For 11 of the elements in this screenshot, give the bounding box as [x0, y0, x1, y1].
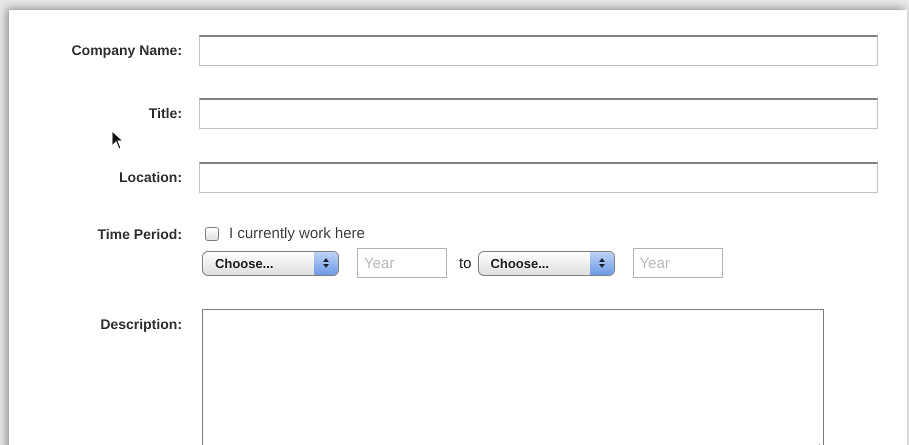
- checkbox-label: I currently work here: [229, 225, 365, 242]
- select-dropdown[interactable]: Choose...: [202, 250, 339, 276]
- field-label: Time Period:: [97, 225, 182, 242]
- range-separator: to: [459, 254, 472, 272]
- field-label: Description:: [100, 314, 182, 332]
- field-label: Title:: [148, 104, 182, 122]
- year-field[interactable]: Year: [357, 248, 447, 278]
- select-dropdown[interactable]: Choose...: [478, 250, 615, 276]
- field-label: Location:: [119, 168, 182, 185]
- field-label: Company Name:: [72, 41, 182, 58]
- year-field[interactable]: Year: [632, 248, 723, 278]
